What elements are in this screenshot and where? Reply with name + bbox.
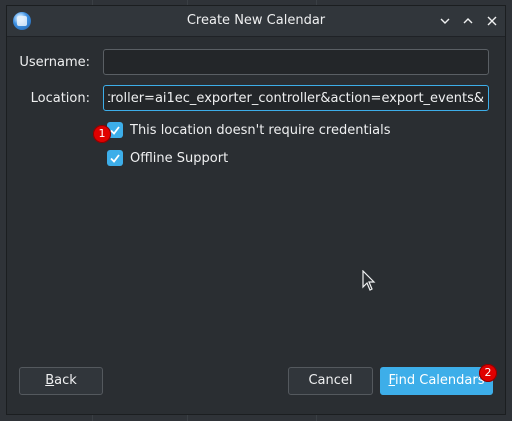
location-field[interactable] xyxy=(103,85,489,111)
offline-support-checkbox[interactable] xyxy=(107,150,123,166)
offline-support-checkbox-row[interactable]: Offline Support xyxy=(107,150,228,166)
username-field[interactable] xyxy=(103,49,489,75)
title-bar: Create New Calendar xyxy=(7,6,505,37)
chevron-down-icon[interactable] xyxy=(435,11,455,31)
offline-support-label: Offline Support xyxy=(130,150,229,166)
no-credentials-checkbox-row[interactable]: This location doesn't require credential… xyxy=(107,122,391,138)
step-marker-2: 2 xyxy=(479,364,497,382)
location-label: Location: xyxy=(30,91,90,106)
checkmark-icon xyxy=(110,154,120,163)
find-calendars-button[interactable]: Find Calendars xyxy=(380,367,493,395)
back-button[interactable]: Back xyxy=(19,367,103,395)
chevron-up-icon[interactable] xyxy=(458,11,478,31)
username-label: Username: xyxy=(19,55,90,70)
window-title: Create New Calendar xyxy=(186,13,326,28)
close-icon[interactable] xyxy=(482,11,502,31)
no-credentials-label: This location doesn't require credential… xyxy=(130,122,391,138)
step-marker-1: 1 xyxy=(93,125,111,143)
mouse-cursor-icon xyxy=(362,270,376,291)
cancel-button[interactable]: Cancel xyxy=(288,367,373,395)
